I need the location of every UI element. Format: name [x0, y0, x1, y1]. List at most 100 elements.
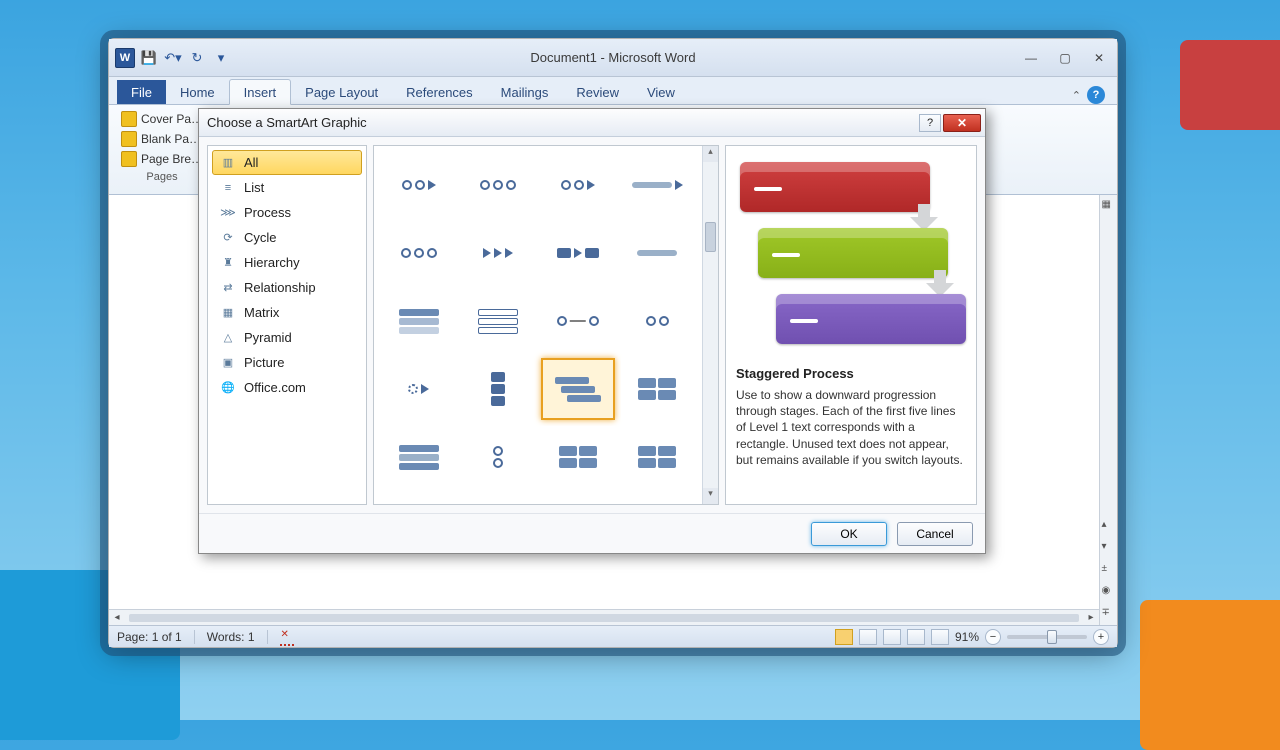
horizontal-scrollbar[interactable]: ◂ ▸ — [109, 609, 1099, 625]
scroll-track[interactable] — [703, 162, 718, 488]
scroll-left-icon[interactable]: ◂ — [109, 612, 125, 623]
tab-page-layout[interactable]: Page Layout — [291, 80, 392, 104]
full-screen-view-button[interactable] — [859, 629, 877, 645]
gallery-item[interactable] — [541, 426, 615, 488]
browse-object-icon[interactable]: ◉ — [1102, 585, 1116, 599]
category-all[interactable]: ▥ All — [212, 150, 362, 175]
hierarchy-icon: ♜ — [220, 256, 236, 270]
page-break-button[interactable]: Page Bre… — [117, 149, 207, 169]
qat-customize-icon[interactable]: ▾ — [211, 48, 231, 68]
gallery-item[interactable] — [621, 222, 695, 284]
gallery-item[interactable] — [382, 290, 456, 352]
gallery-item[interactable] — [621, 358, 695, 420]
gallery-item-staggered-process[interactable] — [541, 358, 615, 420]
gallery-item[interactable] — [621, 426, 695, 488]
status-words[interactable]: Words: 1 — [207, 630, 255, 644]
gallery-item[interactable] — [462, 222, 536, 284]
scroll-down-icon[interactable]: ▾ — [703, 488, 718, 504]
zoom-percent[interactable]: 91% — [955, 630, 979, 644]
dialog-help-button[interactable]: ? — [919, 114, 941, 132]
category-hierarchy[interactable]: ♜ Hierarchy — [212, 250, 362, 275]
help-icon[interactable]: ? — [1087, 86, 1105, 104]
all-icon: ▥ — [220, 156, 236, 170]
gallery-item[interactable] — [382, 426, 456, 488]
web-layout-view-button[interactable] — [883, 629, 901, 645]
category-picture[interactable]: ▣Picture — [212, 350, 362, 375]
gallery-item[interactable] — [382, 154, 456, 216]
tab-review[interactable]: Review — [562, 80, 633, 104]
hscroll-thumb[interactable] — [129, 614, 1079, 622]
status-page[interactable]: Page: 1 of 1 — [117, 630, 182, 644]
collapse-ribbon-icon[interactable]: ⌃ — [1072, 89, 1081, 102]
scroll-right-icon[interactable]: ▸ — [1083, 612, 1099, 623]
tab-mailings[interactable]: Mailings — [487, 80, 563, 104]
zoom-thumb[interactable] — [1047, 630, 1057, 644]
gallery-item[interactable] — [382, 222, 456, 284]
maximize-button[interactable]: ▢ — [1053, 50, 1077, 66]
pyramid-icon: △ — [220, 331, 236, 345]
ok-button[interactable]: OK — [811, 522, 887, 546]
category-list[interactable]: ≡List — [212, 175, 362, 200]
word-icon: W — [115, 48, 135, 68]
category-matrix[interactable]: ▦Matrix — [212, 300, 362, 325]
zoom-in-button[interactable]: + — [1093, 629, 1109, 645]
spell-check-icon[interactable] — [280, 630, 294, 644]
gallery-item[interactable] — [462, 426, 536, 488]
smartart-dialog: Choose a SmartArt Graphic ? ✕ ▥ All ≡List… — [198, 108, 986, 554]
redo-icon[interactable]: ↻ — [187, 48, 207, 68]
gallery-item[interactable] — [462, 358, 536, 420]
zoom-out-button[interactable]: − — [985, 629, 1001, 645]
label: Hierarchy — [244, 255, 300, 270]
gallery-item[interactable] — [541, 494, 615, 505]
minimize-button[interactable]: — — [1019, 50, 1043, 66]
close-window-button[interactable]: ✕ — [1087, 50, 1111, 66]
gallery-item[interactable] — [462, 154, 536, 216]
outline-view-button[interactable] — [907, 629, 925, 645]
undo-icon[interactable]: ↶▾ — [163, 48, 183, 68]
category-cycle[interactable]: ⟳Cycle — [212, 225, 362, 250]
scroll-down-icon[interactable]: ▾ — [1102, 541, 1116, 555]
prev-page-icon[interactable]: ± — [1102, 563, 1116, 577]
cancel-button[interactable]: Cancel — [897, 522, 973, 546]
label: Relationship — [244, 280, 316, 295]
save-icon[interactable]: 💾 — [139, 48, 159, 68]
dialog-title-bar[interactable]: Choose a SmartArt Graphic ? ✕ — [199, 109, 985, 137]
gallery-item[interactable] — [541, 154, 615, 216]
gallery-item[interactable] — [621, 494, 695, 505]
category-officecom[interactable]: 🌐Office.com — [212, 375, 362, 400]
scroll-up-icon[interactable]: ▴ — [1102, 519, 1116, 533]
cover-page-button[interactable]: Cover Pa… — [117, 109, 207, 129]
tab-home[interactable]: Home — [166, 80, 229, 104]
separator — [194, 630, 195, 644]
scroll-thumb[interactable] — [705, 222, 716, 252]
category-pyramid[interactable]: △Pyramid — [212, 325, 362, 350]
ruler-toggle-icon[interactable]: ▦ — [1102, 199, 1116, 213]
tab-insert[interactable]: Insert — [229, 79, 292, 105]
gallery-item[interactable] — [541, 222, 615, 284]
label: All — [244, 155, 258, 170]
label: Cycle — [244, 230, 277, 245]
dialog-close-button[interactable]: ✕ — [943, 114, 981, 132]
draft-view-button[interactable] — [931, 629, 949, 645]
gallery-item[interactable] — [621, 290, 695, 352]
tab-file[interactable]: File — [117, 80, 166, 104]
blank-page-button[interactable]: Blank Pa… — [117, 129, 207, 149]
gallery-item[interactable] — [462, 290, 536, 352]
gallery-item[interactable] — [621, 154, 695, 216]
category-relationship[interactable]: ⇄Relationship — [212, 275, 362, 300]
tab-references[interactable]: References — [392, 80, 486, 104]
gallery-item[interactable]: — — [541, 290, 615, 352]
scroll-up-icon[interactable]: ▴ — [703, 146, 718, 162]
separator — [267, 630, 268, 644]
tab-view[interactable]: View — [633, 80, 689, 104]
list-icon: ≡ — [220, 181, 236, 195]
vertical-scrollbar[interactable]: ▦ ▴ ▾ ± ◉ ∓ — [1099, 195, 1117, 625]
gallery-item[interactable] — [382, 494, 456, 505]
gallery-scrollbar[interactable]: ▴ ▾ — [702, 146, 718, 504]
next-page-icon[interactable]: ∓ — [1102, 607, 1116, 621]
print-layout-view-button[interactable] — [835, 629, 853, 645]
zoom-slider[interactable] — [1007, 635, 1087, 639]
category-process[interactable]: ⋙Process — [212, 200, 362, 225]
gallery-item[interactable] — [382, 358, 456, 420]
gallery-item[interactable] — [462, 494, 536, 505]
